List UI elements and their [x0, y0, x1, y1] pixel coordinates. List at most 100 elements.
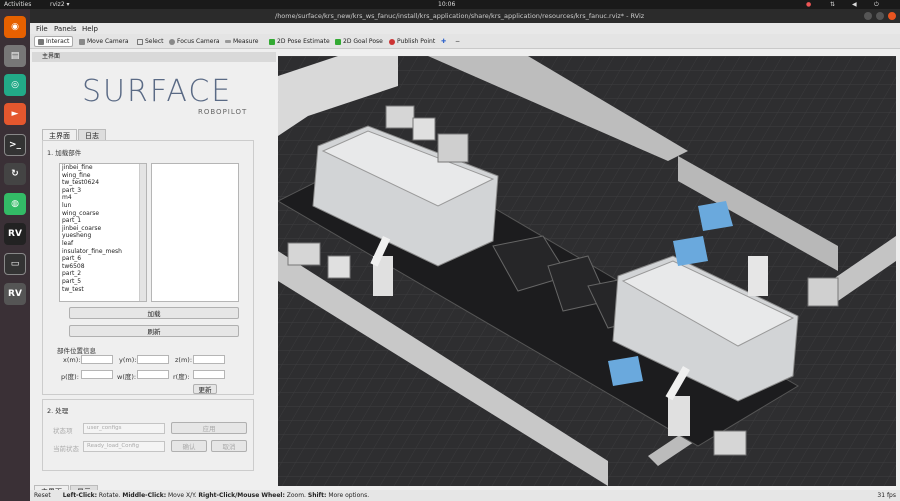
pin-icon	[389, 38, 395, 45]
process-group: 2. 处理 状态项 user_configs 应用 当前状态 Ready_loa…	[42, 399, 254, 471]
state-label: 状态项	[53, 427, 73, 435]
files-icon[interactable]: ▤	[4, 45, 26, 67]
confirm-button[interactable]: 确认	[171, 440, 207, 452]
toolbar: Interact Move Camera Select Focus Camera…	[30, 34, 900, 49]
cancel-button[interactable]: 取消	[211, 440, 247, 452]
p-label: p(度):	[61, 373, 79, 381]
remove-tool-icon[interactable]: −	[452, 36, 463, 47]
list-item[interactable]: tw_test	[60, 286, 146, 294]
p-field[interactable]	[81, 370, 113, 379]
robopilot-logo: ROBOPILOT	[198, 108, 248, 116]
hint-shift-key: Shift:	[307, 492, 327, 499]
refresh-app-icon[interactable]: ↻	[4, 163, 26, 185]
maximize-icon[interactable]	[876, 12, 884, 20]
volume-icon[interactable]: ◀	[852, 1, 857, 8]
update-button[interactable]: 更新	[193, 384, 217, 394]
list-item[interactable]: part_3	[60, 187, 146, 195]
green-arrow-icon	[269, 38, 275, 45]
globe-icon[interactable]: ◍	[4, 193, 26, 215]
refresh-button[interactable]: 刷新	[69, 325, 239, 337]
terminal-icon[interactable]: >_	[4, 134, 26, 156]
clock[interactable]: 10:06	[438, 1, 455, 8]
window-titlebar: /home/surface/krs_new/krs_ws_fanuc/insta…	[30, 9, 900, 23]
app-menu[interactable]: rviz2 ▾	[50, 1, 70, 8]
move-camera-tool[interactable]: Move Camera	[76, 36, 132, 47]
reset-button[interactable]: Reset	[34, 492, 51, 499]
fps-counter: 31 fps	[877, 492, 896, 499]
list-item[interactable]: yuesheng	[60, 232, 146, 240]
y-label: y(m):	[119, 356, 137, 364]
main-tab-content: 1. 加载部件 jinbei_fine wing_fine tw_test062…	[42, 140, 254, 395]
equipment-box	[412, 117, 436, 141]
add-tool-icon[interactable]: ✚	[438, 36, 449, 47]
rviz-icon[interactable]: RV	[4, 223, 26, 245]
list-item[interactable]: part_2	[60, 270, 146, 278]
cursor-icon	[38, 38, 44, 45]
publish-point-tool[interactable]: Publish Point	[386, 36, 438, 47]
firefox-icon[interactable]: ◉	[4, 16, 26, 38]
equipment-box	[713, 430, 747, 456]
goal-pose-tool[interactable]: 2D Goal Pose	[332, 36, 386, 47]
render-viewport[interactable]	[278, 56, 896, 486]
pose-estimate-tool[interactable]: 2D Pose Estimate	[266, 36, 333, 47]
menu-help[interactable]: Help	[82, 25, 98, 33]
rviz-active-icon[interactable]: RV	[4, 283, 26, 305]
blue-part	[673, 236, 708, 266]
close-icon[interactable]	[888, 12, 896, 20]
loaded-parts-list[interactable]	[151, 163, 239, 302]
parts-list[interactable]: jinbei_fine wing_fine tw_test0624 part_3…	[59, 163, 147, 302]
status-bar: Reset Left-Click: Rotate. Middle-Click: …	[30, 490, 900, 501]
list-item[interactable]: lun	[60, 202, 146, 210]
hint-shift-text: More options.	[326, 492, 370, 499]
activities-button[interactable]: Activities	[4, 1, 31, 8]
list-item[interactable]: jinbei_coarse	[60, 225, 146, 233]
list-item[interactable]: tw_test0624	[60, 179, 146, 187]
minimize-icon[interactable]	[864, 12, 872, 20]
green-arrow-icon	[335, 38, 341, 45]
measure-tool[interactable]: Measure	[222, 36, 262, 47]
chrome-icon[interactable]: ●	[806, 1, 811, 8]
list-item[interactable]: leaf	[60, 240, 146, 248]
equipment-box	[327, 255, 351, 279]
hint-middle-text: Move X/Y.	[166, 492, 199, 499]
equipment-box	[807, 277, 839, 307]
current-state-field[interactable]: Ready_load_Config	[83, 441, 165, 452]
list-item[interactable]: part_5	[60, 278, 146, 286]
list-item[interactable]: part_1	[60, 217, 146, 225]
list-item[interactable]: wing_fine	[60, 172, 146, 180]
w-field[interactable]	[137, 370, 169, 379]
main-panel: 主界面 SURFACE ROBOPILOT 主界面 日志 1. 加载部件 jinb…	[30, 49, 278, 498]
dock: ◉ ▤ ◎ ► >_ ↻ ◍ RV ▭ RV	[0, 9, 30, 501]
menu-file[interactable]: File	[36, 25, 48, 33]
app-icon[interactable]: ►	[4, 103, 26, 125]
list-item[interactable]: wing_coarse	[60, 210, 146, 218]
list-item[interactable]: m4	[60, 194, 146, 202]
chrome-dock-icon[interactable]: ◎	[4, 74, 26, 96]
robot-arm-3	[748, 256, 768, 296]
select-tool[interactable]: Select	[134, 36, 167, 47]
list-item[interactable]: tw6508	[60, 263, 146, 271]
focus-camera-tool[interactable]: Focus Camera	[166, 36, 223, 47]
menu-panels[interactable]: Panels	[54, 25, 77, 33]
z-field[interactable]	[193, 355, 225, 364]
state-combo[interactable]: user_configs	[83, 423, 165, 434]
interact-tool[interactable]: Interact	[34, 36, 74, 47]
apply-button[interactable]: 应用	[171, 422, 247, 434]
list-item[interactable]: insulator_fine_mesh	[60, 248, 146, 256]
z-label: z(m):	[175, 356, 193, 364]
network-icon[interactable]: ⇅	[830, 1, 835, 8]
move-icon	[79, 38, 85, 45]
hint-right-text: Zoom.	[284, 492, 308, 499]
focus-icon	[169, 38, 175, 45]
load-button[interactable]: 加载	[69, 307, 239, 319]
terminal2-icon[interactable]: ▭	[4, 253, 26, 275]
x-field[interactable]	[81, 355, 113, 364]
load-parts-title: 1. 加载部件	[47, 149, 82, 157]
list-item[interactable]: jinbei_fine	[60, 164, 146, 172]
y-field[interactable]	[137, 355, 169, 364]
window-title: /home/surface/krs_new/krs_ws_fanuc/insta…	[275, 12, 645, 20]
power-icon[interactable]: ⏻	[874, 1, 879, 9]
r-field[interactable]	[193, 370, 225, 379]
list-item[interactable]: part_6	[60, 255, 146, 263]
parts-list-scrollbar[interactable]	[139, 164, 146, 301]
